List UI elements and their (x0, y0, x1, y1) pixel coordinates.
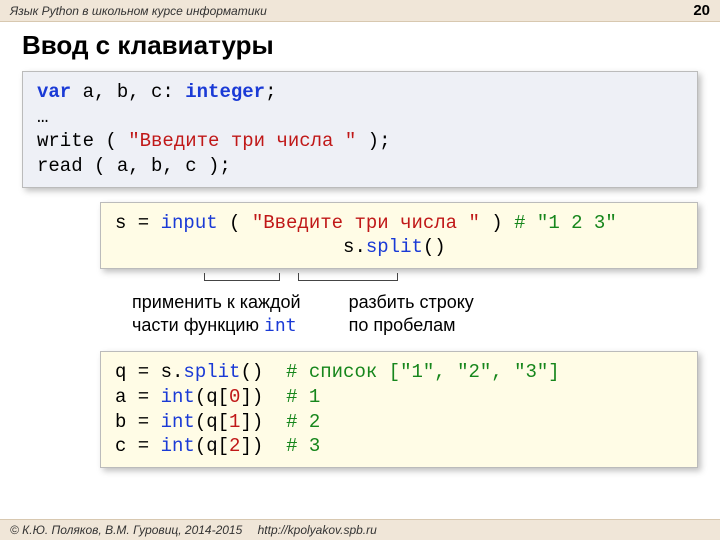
pascal-kw-integer: integer (185, 81, 265, 103)
page-title: Ввод с клавиатуры (0, 22, 720, 71)
bracket-left (204, 273, 280, 281)
callout-int: применить к каждой части функцию int (132, 291, 301, 337)
footer-strip: © К.Ю. Поляков, В.М. Гуровиц, 2014-2015 … (0, 519, 720, 540)
callout-split: разбить строку по пробелам (349, 291, 474, 337)
fn-input: input (161, 212, 218, 234)
callouts: применить к каждой части функцию int раз… (132, 291, 698, 337)
header-strip: Язык Python в школьном курсе информатики… (0, 0, 720, 22)
bracket-right (298, 273, 398, 281)
page-number: 20 (693, 2, 710, 19)
pascal-code-box: var a, b, c: integer; … write ( "Введите… (22, 71, 698, 188)
footer-url: http://kpolyakov.spb.ru (258, 523, 377, 537)
python-input-box: s = input ( "Введите три числа " ) # "1 … (100, 202, 698, 269)
fn-split: split (366, 236, 423, 258)
bracket-row (22, 273, 698, 287)
python-split-box: q = s.split() # список ["1", "2", "3"] a… (100, 351, 698, 468)
pascal-kw-var: var (37, 81, 71, 103)
header-course: Язык Python в школьном курсе информатики (10, 4, 267, 18)
footer-copyright: © К.Ю. Поляков, В.М. Гуровиц, 2014-2015 (10, 523, 242, 537)
content-area: var a, b, c: integer; … write ( "Введите… (0, 71, 720, 468)
